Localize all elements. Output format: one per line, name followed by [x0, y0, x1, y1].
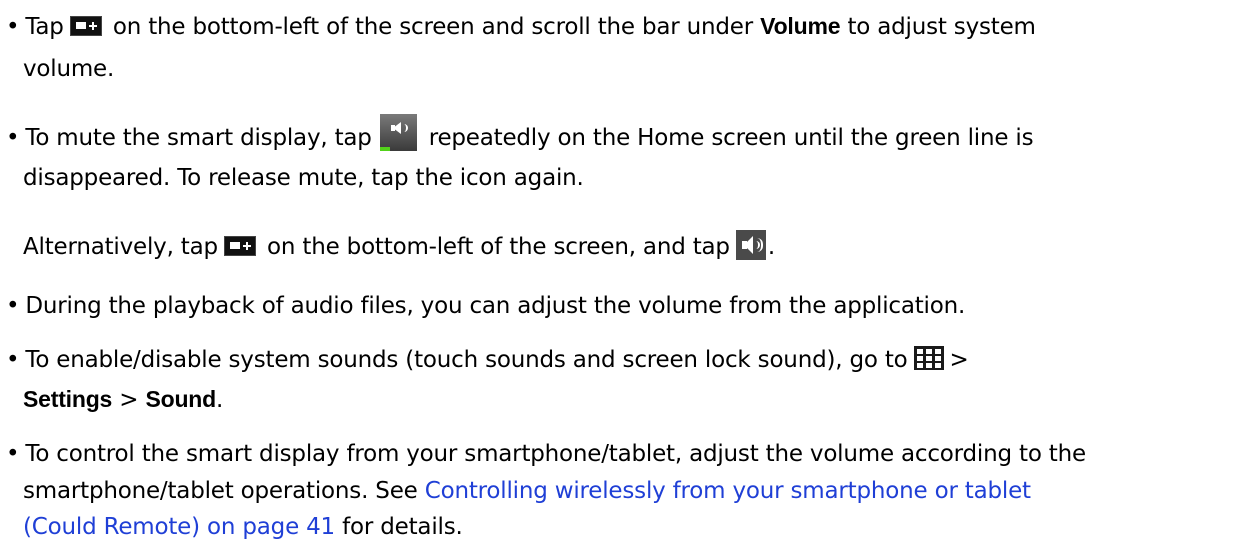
bullet: •: [6, 347, 20, 373]
speaker-mute-icon: [379, 114, 417, 151]
expand-menu-icon: [69, 15, 102, 36]
expand-menu-icon: [223, 235, 256, 256]
bullet: •: [6, 14, 20, 40]
bullet: •: [6, 441, 20, 467]
sound-label: Sound: [145, 386, 217, 412]
bullet: •: [6, 125, 20, 151]
bullet: •: [6, 293, 20, 319]
cloud-remote-page-link[interactable]: (Could Remote) on page 41: [23, 514, 335, 540]
volume-label: Volume: [760, 13, 841, 39]
apps-grid-icon: [913, 345, 944, 370]
volume-icon: [735, 229, 766, 260]
cloud-remote-link[interactable]: Controlling wirelessly from your smartph…: [425, 478, 1031, 504]
settings-label: Settings: [23, 386, 113, 412]
